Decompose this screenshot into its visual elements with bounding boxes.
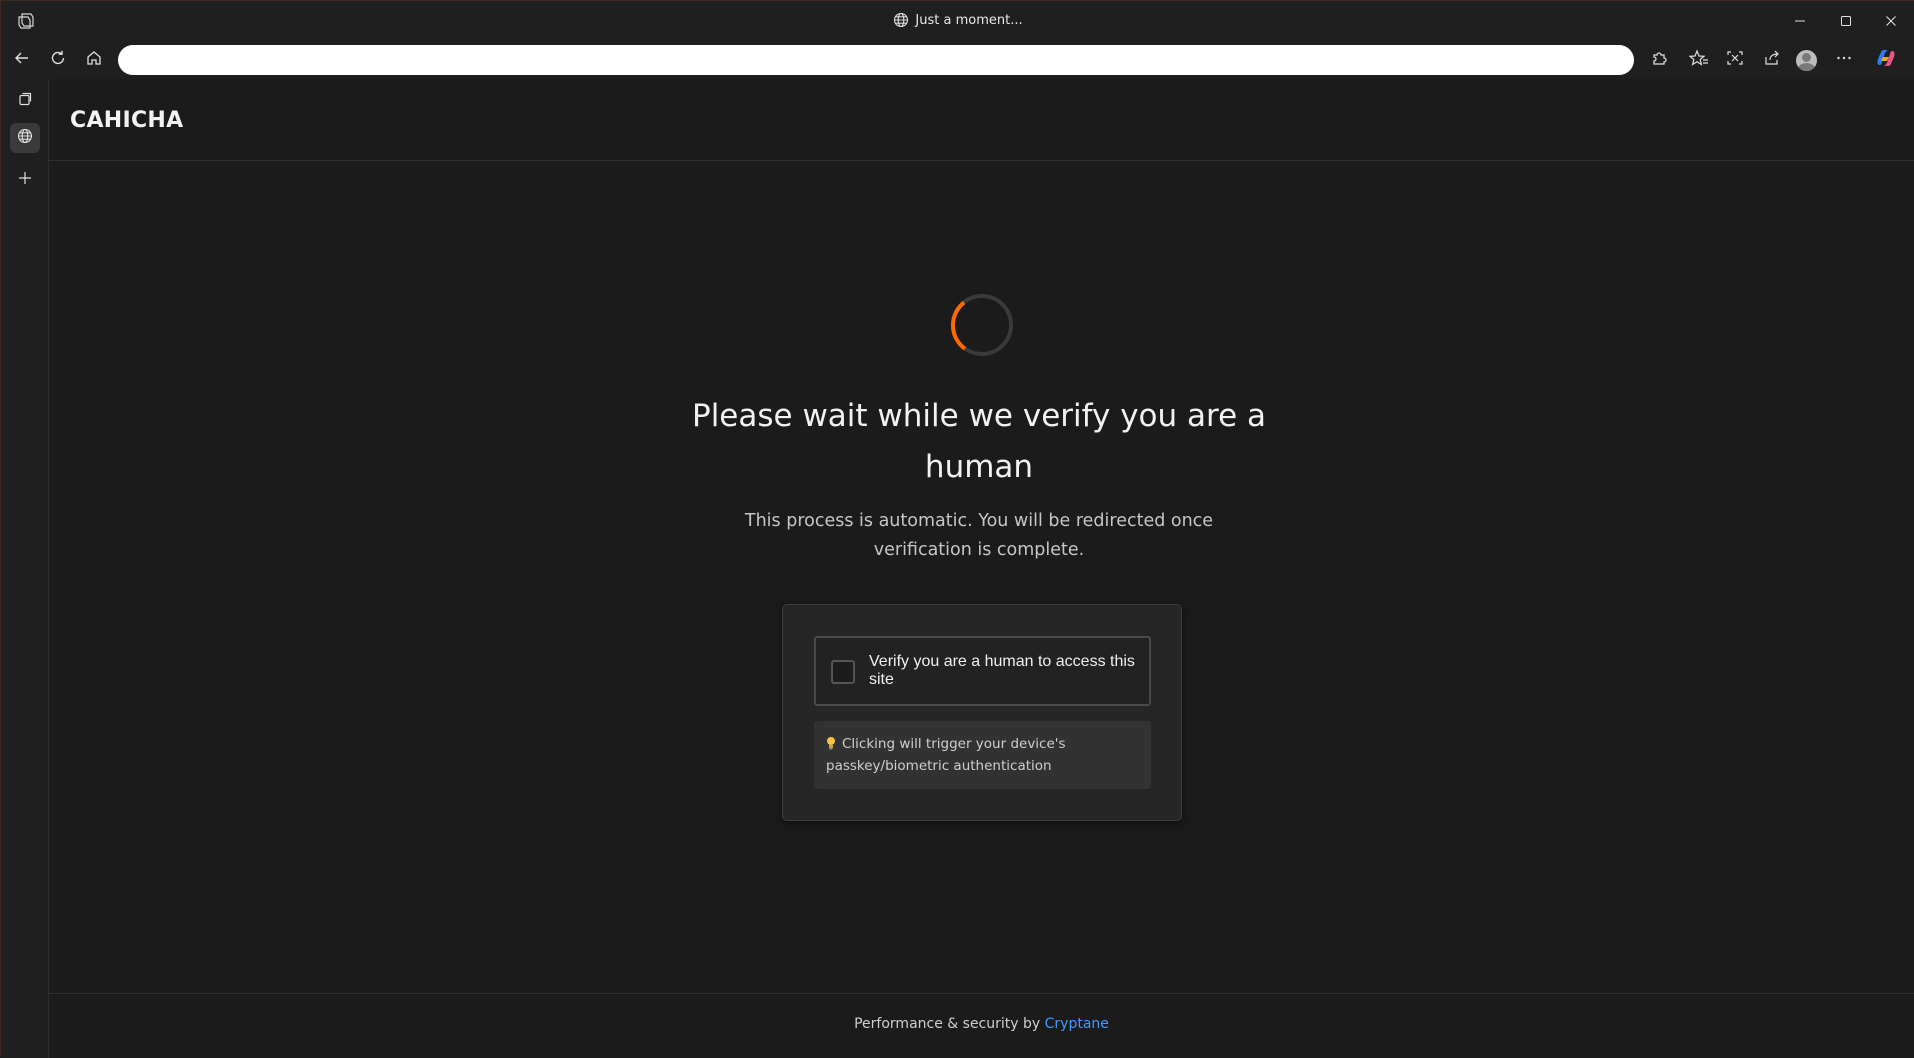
passkey-hint: Clicking will trigger your device's pass… [814, 721, 1151, 789]
loading-spinner [950, 293, 1014, 357]
copilot-button[interactable] [1871, 45, 1901, 75]
verify-label: Verify you are a human to access this si… [869, 653, 1135, 688]
web-page: CAHICHA Please wait while we verify you … [49, 79, 1914, 1057]
footer-prefix: Performance & security by [854, 1016, 1045, 1032]
screenshot-button[interactable] [1720, 45, 1750, 75]
back-button[interactable] [7, 45, 37, 75]
globe-icon [17, 128, 33, 148]
maximize-button[interactable] [1823, 1, 1869, 41]
footer-text: Performance & security by Cryptane [49, 1016, 1914, 1032]
minimize-button[interactable] [1777, 1, 1823, 41]
screenshot-icon [1726, 49, 1744, 71]
close-button[interactable] [1868, 1, 1914, 41]
passkey-hint-text: Clicking will trigger your device's pass… [826, 736, 1066, 774]
home-button[interactable] [79, 45, 109, 75]
page-heading: Please wait while we verify you are a hu… [692, 398, 1266, 485]
tab-actions-button[interactable] [10, 86, 40, 116]
profile-avatar[interactable] [1796, 50, 1817, 71]
new-tab-icon [17, 170, 33, 190]
share-icon [1763, 49, 1781, 71]
address-bar[interactable] [118, 45, 1634, 75]
refresh-icon [49, 49, 67, 71]
site-footer: Performance & security by Cryptane [49, 993, 1914, 1057]
window-title-text: Just a moment... [915, 13, 1023, 28]
window-title: Just a moment... [1, 12, 1914, 32]
tab-actions-icon [17, 91, 33, 111]
vertical-tab-strip [1, 79, 49, 1058]
new-tab-button[interactable] [10, 165, 40, 195]
title-bar: Just a moment... [1, 1, 1914, 41]
footer-link[interactable]: Cryptane [1045, 1016, 1109, 1032]
copilot-icon [1875, 47, 1897, 73]
more-button[interactable] [1829, 45, 1859, 75]
extensions-button[interactable] [1644, 45, 1674, 75]
share-button[interactable] [1757, 45, 1787, 75]
tab-just-a-moment[interactable] [10, 123, 40, 153]
extensions-icon [1650, 49, 1668, 71]
minimize-icon [1794, 12, 1806, 31]
site-header: CAHICHA [49, 79, 1914, 161]
favorites-button[interactable] [1684, 45, 1714, 75]
home-icon [85, 49, 103, 71]
favorites-icon [1688, 49, 1709, 71]
site-brand: CAHICHA [70, 108, 184, 133]
browser-window: Just a moment... CAHICHA Please wait whi… [0, 0, 1914, 1058]
verification-card: Verify you are a human to access this si… [782, 604, 1182, 821]
lightbulb-icon [826, 735, 836, 750]
browser-toolbar [1, 41, 1914, 79]
more-icon [1835, 49, 1853, 71]
globe-icon [893, 12, 909, 32]
close-icon [1885, 12, 1897, 31]
back-icon [13, 49, 31, 71]
page-subtext: This process is automatic. You will be r… [744, 511, 1214, 560]
verify-checkbox[interactable] [831, 660, 855, 684]
verify-checkbox-widget[interactable]: Verify you are a human to access this si… [814, 636, 1151, 706]
maximize-icon [1840, 12, 1852, 31]
refresh-button[interactable] [43, 45, 73, 75]
